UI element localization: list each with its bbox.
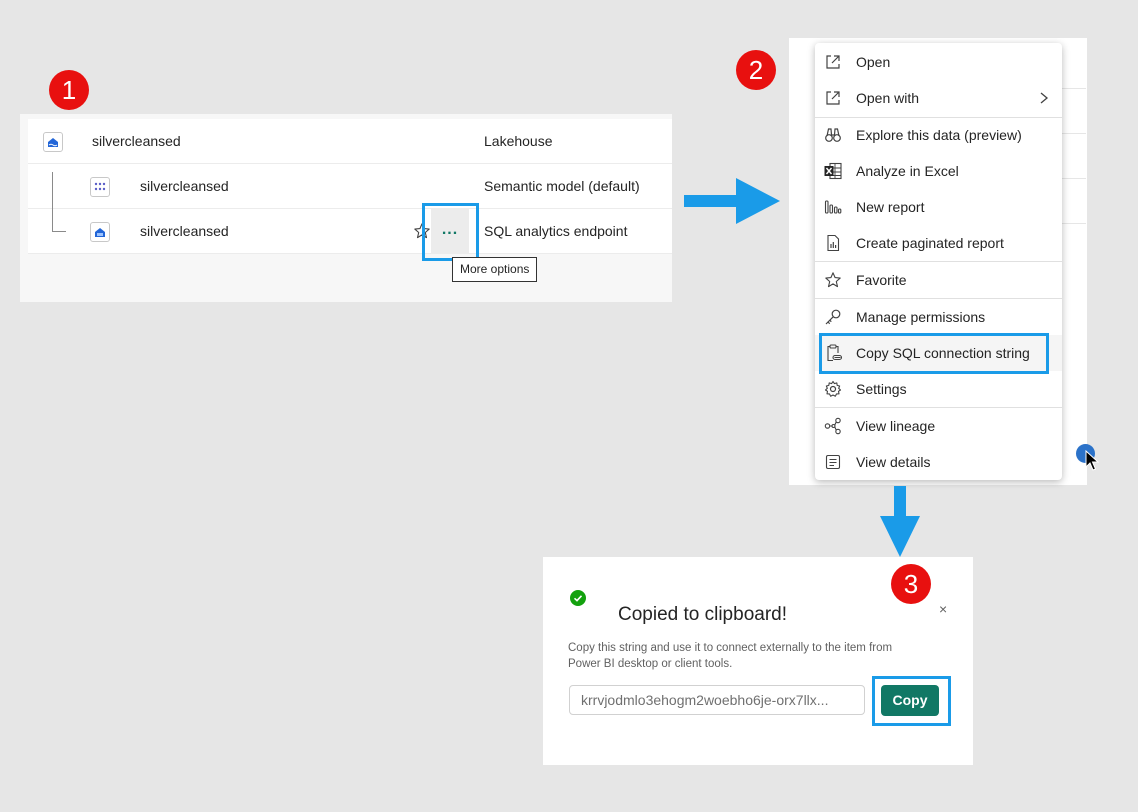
menu-item-favorite[interactable]: Favorite	[815, 262, 1062, 298]
arrow-right-icon	[684, 178, 780, 224]
dialog-description: Copy this string and use it to connect e…	[568, 642, 893, 670]
connection-string-field[interactable]: krrvjodmlo3ehogm2woebho6je-orx7llx...	[569, 685, 865, 715]
paginated-report-icon	[827, 234, 840, 252]
menu-item-manage-permissions[interactable]: Manage permissions	[815, 299, 1062, 335]
menu-item-open[interactable]: Open	[815, 44, 1062, 80]
details-icon	[825, 454, 841, 470]
item-type: SQL analytics endpoint	[484, 223, 628, 239]
tree-connector	[52, 172, 53, 232]
menu-item-view-details[interactable]: View details	[815, 444, 1062, 480]
dialog-title: Copied to clipboard!	[618, 604, 787, 625]
divider	[1062, 133, 1086, 134]
menu-item-view-lineage[interactable]: View lineage	[815, 408, 1062, 444]
menu-item-explore-data[interactable]: Explore this data (preview)	[815, 117, 1062, 153]
context-menu: Open Open with Explore this data (previe…	[815, 43, 1062, 480]
menu-item-settings[interactable]: Settings	[815, 371, 1062, 407]
lineage-icon	[824, 417, 841, 435]
table-row[interactable]: silvercleansed SQL analytics endpoint	[28, 209, 672, 254]
item-type: Semantic model (default)	[484, 178, 640, 194]
step-1-badge: 1	[49, 70, 89, 110]
highlight-copy-sql	[819, 333, 1049, 374]
menu-item-create-paginated-report[interactable]: Create paginated report	[815, 225, 1062, 261]
step-2-badge: 2	[736, 50, 776, 90]
open-external-icon	[826, 55, 840, 69]
item-name[interactable]: silvercleansed	[140, 164, 229, 208]
item-name[interactable]: silvercleansed	[92, 119, 181, 163]
item-type: Lakehouse	[484, 133, 553, 149]
gear-icon	[824, 380, 842, 397]
excel-icon	[824, 162, 842, 180]
menu-item-analyze-excel[interactable]: Analyze in Excel	[815, 153, 1062, 189]
chevron-right-icon	[1040, 92, 1049, 104]
item-list-panel: silvercleansed Lakehouse silvercleansed …	[20, 114, 672, 302]
item-name[interactable]: silvercleansed	[140, 209, 229, 253]
tree-connector	[52, 231, 66, 232]
table-row[interactable]: silvercleansed Lakehouse	[28, 119, 672, 164]
mouse-cursor-icon	[1085, 450, 1099, 471]
key-icon	[825, 309, 841, 325]
highlight-more-options	[422, 203, 479, 261]
lakehouse-icon	[43, 132, 63, 152]
report-bars-icon	[824, 200, 842, 214]
close-icon[interactable]: ×	[939, 601, 947, 617]
more-options-tooltip: More options	[452, 257, 538, 282]
divider	[1062, 88, 1086, 89]
menu-item-open-with[interactable]: Open with	[815, 80, 1062, 116]
step-3-badge: 3	[891, 564, 931, 604]
divider	[1062, 178, 1086, 179]
menu-item-new-report[interactable]: New report	[815, 189, 1062, 225]
sql-endpoint-icon	[90, 222, 110, 242]
open-external-icon	[826, 91, 840, 105]
binoculars-icon	[825, 128, 841, 142]
divider	[1062, 223, 1086, 224]
check-circle-icon	[570, 590, 586, 606]
table-row[interactable]: silvercleansed Semantic model (default)	[28, 164, 672, 209]
star-icon	[825, 272, 841, 288]
connection-string-value: krrvjodmlo3ehogm2woebho6je-orx7llx...	[581, 692, 829, 708]
highlight-copy-button	[872, 676, 951, 726]
arrow-down-icon	[880, 486, 920, 557]
semantic-model-icon	[90, 177, 110, 197]
